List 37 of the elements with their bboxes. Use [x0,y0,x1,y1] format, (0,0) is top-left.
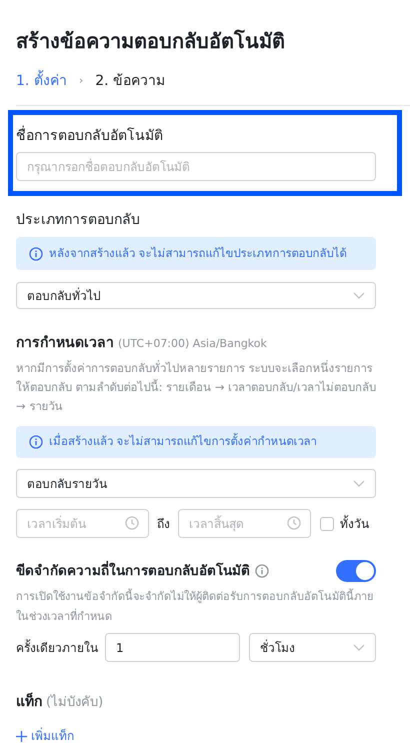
schedule-select[interactable]: ตอบกลับรายวัน [16,469,376,498]
clock-icon [287,516,301,530]
step-tab[interactable]: 2. ข้อความ [95,70,166,92]
page-title: สร้างข้อความตอบกลับอัตโนมัติ [16,28,286,55]
chevron-down-icon [353,292,365,300]
field-label: แท็ก [16,692,42,712]
field-label: ชื่อการตอบกลับอัตโนมัติ [16,126,394,146]
field-label: ขีดจำกัดความถี่ในการตอบกลับอัตโนมัติ [16,560,250,581]
clock-icon [125,516,139,530]
type-select[interactable]: ตอบกลับทั่วไป [16,282,376,309]
field-label: ครั้งเดียวภายใน [16,638,98,656]
start-time-input[interactable]: เวลาเริ่มต้น [16,509,149,538]
toggle-switch[interactable] [336,560,376,582]
description-text: หากมีการตั้งค่าการตอบกลับทั่วไปหลายรายการ ระบบจะเลือกหนึ่งรายการให้ตอบกลับ ตามลำดับต่อไปนี้: รายเดือน → เวลาตอบกลับ/เวลาไม่ตอบกลับ → รายวัน [16,359,376,415]
notice-text: หลังจากสร้างแล้ว จะไม่สามารถแก้ไขประเภทการตอบกลับได้ [49,244,347,262]
info-icon [255,564,269,578]
field-label: การกำหนดเวลา [16,334,114,353]
amount-input[interactable]: 1 [105,633,240,662]
field-label: ประเภทการตอบกลับ [16,211,141,230]
description-text: การเปิดใช้งานข้อจำกัดนี้จะจำกัดไม่ให้ผู้ติดต่อรับการตอบกลับอัตโนมัตินี้ภายในช่วงเวลาที่กำหนด [16,588,374,625]
to-label: ถึง [157,516,170,532]
info-icon [29,435,43,449]
unit-select[interactable]: ชั่วโมง [249,633,376,662]
step-separator: › [78,72,84,89]
info-icon [29,246,43,260]
end-time-input[interactable]: เวลาสิ้นสุด [178,509,311,538]
add-tag-link[interactable]: เพิ่มแท็ก [16,727,74,743]
plus-icon [16,730,27,742]
optional-text: (ไม่บังคับ) [46,693,104,712]
chevron-down-icon [353,644,365,652]
chevron-down-icon [353,480,365,488]
step-tab[interactable]: 1. ตั้งค่า [16,70,67,92]
notice-text: เมื่อสร้างแล้ว จะไม่สามารถแก้ไขการตั้งค่ากำหนดเวลา [49,433,317,450]
name-input[interactable]: กรุณากรอกชื่อตอบกลับอัตโนมัติ [16,152,376,181]
timezone-text: (UTC+07:00) Asia/Bangkok [118,336,267,352]
all-day-checkbox[interactable] [320,516,334,530]
checkbox-label: ทั้งวัน [340,514,369,532]
